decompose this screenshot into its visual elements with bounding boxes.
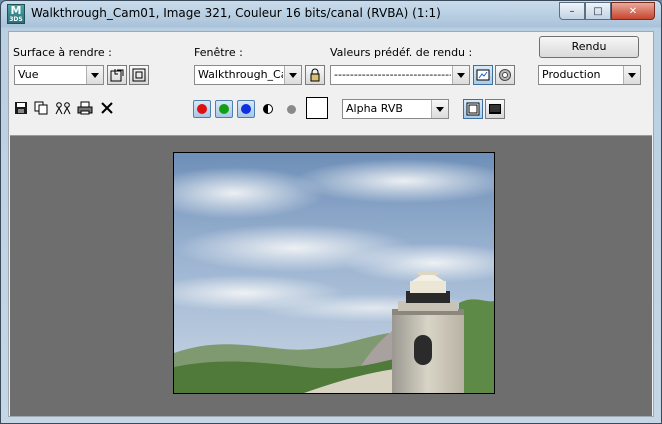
gray-dot-icon — [286, 104, 296, 114]
surface-label: Surface à rendre : — [13, 46, 112, 59]
red-channel-icon — [197, 104, 207, 114]
red-channel-toggle[interactable] — [193, 100, 211, 118]
fenetre-label: Fenêtre : — [194, 46, 243, 59]
blue-channel-icon — [241, 104, 251, 114]
monitor-icon — [489, 104, 501, 114]
edit-region-button[interactable] — [107, 65, 127, 85]
window-title: Walkthrough_Cam01, Image 321, Couleur 16… — [31, 6, 441, 20]
render-viewport[interactable] — [10, 135, 652, 416]
preset-value: -------------------------------- — [334, 68, 451, 81]
client-area: Surface à rendre : Fenêtre : Valeurs pré… — [8, 31, 654, 417]
surface-value: Vue — [18, 68, 39, 81]
title-bar[interactable]: M 3DS Walkthrough_Cam01, Image 321, Coul… — [1, 1, 661, 27]
display-mode-button[interactable] — [463, 99, 483, 119]
render-setup-icon — [476, 69, 490, 81]
channel-dropdown[interactable]: Alpha RVB — [342, 99, 449, 119]
print-icon — [77, 101, 93, 115]
window-icon — [466, 102, 480, 116]
mono-toggle[interactable] — [283, 101, 299, 117]
half-circle-icon — [263, 104, 273, 114]
viewport-dropdown[interactable]: Walkthrough_Can — [194, 65, 302, 85]
production-value: Production — [542, 68, 601, 81]
auto-region-icon — [132, 68, 146, 82]
edit-region-icon — [110, 69, 124, 82]
environment-button[interactable] — [495, 65, 515, 85]
render-setup-button[interactable] — [473, 65, 493, 85]
viewport-value: Walkthrough_Can — [198, 68, 283, 81]
preset-dropdown[interactable]: -------------------------------- — [330, 65, 470, 85]
render-button[interactable]: Rendu — [539, 36, 639, 58]
copy-icon — [34, 101, 48, 115]
clear-icon — [101, 102, 113, 114]
color-swatch[interactable] — [306, 97, 328, 119]
production-dropdown[interactable]: Production — [538, 65, 641, 85]
green-channel-icon — [219, 104, 229, 114]
copy-button[interactable] — [33, 100, 49, 116]
lock-icon — [310, 68, 320, 82]
surface-dropdown[interactable]: Vue — [14, 65, 104, 85]
minimize-button[interactable]: – — [559, 2, 585, 20]
frame-buffer-button[interactable] — [485, 99, 505, 119]
clone-button[interactable] — [55, 100, 71, 116]
render-frame-window: M 3DS Walkthrough_Cam01, Image 321, Coul… — [0, 0, 662, 424]
clone-icon — [55, 102, 71, 115]
maximize-button[interactable]: □ — [585, 2, 611, 20]
rendered-image — [173, 152, 495, 394]
lock-viewport-button[interactable] — [305, 65, 325, 85]
print-button[interactable] — [77, 100, 93, 116]
save-icon — [15, 102, 27, 114]
channel-value: Alpha RVB — [346, 102, 403, 115]
green-channel-toggle[interactable] — [215, 100, 233, 118]
alpha-channel-toggle[interactable] — [260, 101, 276, 117]
presets-label: Valeurs prédéf. de rendu : — [330, 46, 473, 59]
save-button[interactable] — [13, 100, 29, 116]
auto-region-button[interactable] — [129, 65, 149, 85]
close-button[interactable]: ✕ — [611, 2, 655, 20]
app-icon: M 3DS — [7, 4, 25, 24]
blue-channel-toggle[interactable] — [237, 100, 255, 118]
clear-button[interactable] — [99, 100, 115, 116]
teapot-icon — [499, 69, 511, 81]
